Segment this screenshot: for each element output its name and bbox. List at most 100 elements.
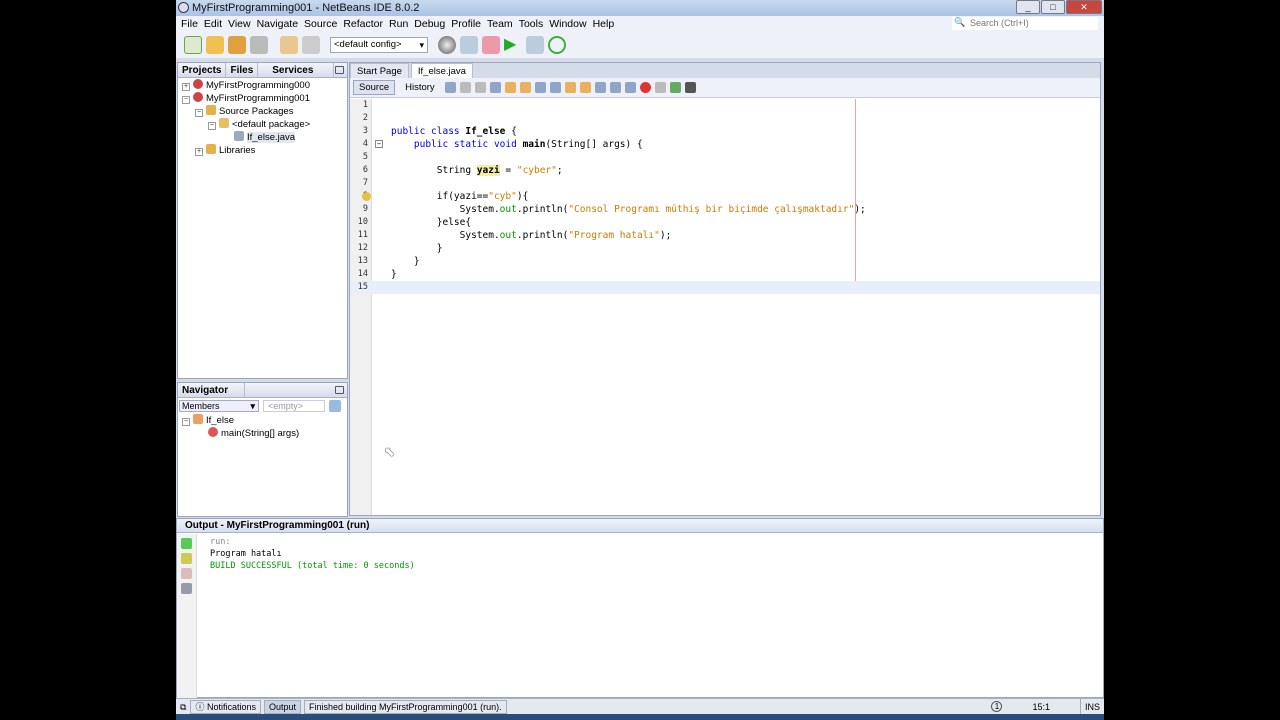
toggle-highlight-icon[interactable]: [534, 82, 546, 93]
maximize-button[interactable]: □: [1041, 0, 1065, 14]
code-line[interactable]: 8 if(yazi=="cyb"){: [350, 190, 1100, 203]
fold-toggle-icon[interactable]: −: [375, 140, 383, 148]
find-previous-icon[interactable]: [504, 82, 516, 93]
menu-source[interactable]: Source: [301, 18, 340, 30]
libraries-icon: [206, 144, 216, 154]
config-select[interactable]: <default config>: [330, 37, 428, 53]
restore-window-icon[interactable]: ⧉: [180, 699, 186, 715]
members-filter-select[interactable]: Members ▾: [179, 400, 259, 412]
navigator-options-icon[interactable]: [329, 400, 341, 412]
code-line[interactable]: 10 }else{: [350, 216, 1100, 229]
nav-item-class[interactable]: − If_else: [178, 414, 347, 427]
redo-icon[interactable]: [302, 36, 320, 54]
code-line[interactable]: 14}: [350, 268, 1100, 281]
menu-edit[interactable]: Edit: [201, 18, 225, 30]
minimize-icon[interactable]: [335, 66, 344, 74]
menu-tools[interactable]: Tools: [516, 18, 547, 30]
tab-services[interactable]: Services: [258, 63, 335, 77]
run-icon[interactable]: ▶: [504, 36, 522, 54]
code-line[interactable]: 11 System.out.println("Program hatalı");: [350, 229, 1100, 242]
empty-select[interactable]: <empty>: [263, 400, 325, 412]
debug-icon[interactable]: [526, 36, 544, 54]
menu-navigate[interactable]: Navigate: [254, 18, 301, 30]
back-icon[interactable]: [459, 82, 471, 93]
clean-build-icon[interactable]: [482, 36, 500, 54]
warning-hint-icon[interactable]: [362, 192, 371, 201]
minimize-button[interactable]: _: [1016, 0, 1040, 14]
tab-projects[interactable]: Projects: [178, 63, 227, 77]
menu-profile[interactable]: Profile: [448, 18, 484, 30]
close-button[interactable]: ✕: [1066, 0, 1102, 14]
code-line[interactable]: 3 public class If_else {: [350, 125, 1100, 138]
tab-start-page[interactable]: Start Page: [350, 63, 409, 78]
code-line[interactable]: 6 String yazi = "cyber";: [350, 164, 1100, 177]
code-line[interactable]: 1: [350, 99, 1100, 112]
code-line[interactable]: 7: [350, 177, 1100, 190]
save-all-icon[interactable]: [250, 36, 268, 54]
history-button[interactable]: History: [399, 80, 441, 95]
code-editor[interactable]: Start Page If_else.java Source History 12…: [349, 62, 1101, 516]
menu-help[interactable]: Help: [590, 18, 618, 30]
find-icon[interactable]: [489, 82, 501, 93]
tab-if-else-java[interactable]: If_else.java: [410, 63, 473, 78]
toggle-rect-select-icon[interactable]: [549, 82, 561, 93]
menu-refactor[interactable]: Refactor: [340, 18, 386, 30]
browser-icon[interactable]: [438, 36, 456, 54]
tree-item-project[interactable]: − MyFirstProgramming001: [178, 92, 347, 105]
new-file-icon[interactable]: [184, 36, 202, 54]
navigator-title: Navigator: [178, 383, 246, 397]
tree-item-libraries[interactable]: + Libraries: [178, 144, 347, 157]
uncomment-icon[interactable]: [684, 82, 696, 93]
menu-window[interactable]: Window: [546, 18, 589, 30]
stop-macro-icon[interactable]: [654, 82, 666, 93]
notifications-button[interactable]: ⓘ Notifications: [190, 699, 261, 714]
rerun-with-params-icon[interactable]: [181, 553, 192, 564]
menu-view[interactable]: View: [225, 18, 254, 30]
code-line[interactable]: 5: [350, 151, 1100, 164]
shift-left-icon[interactable]: [609, 82, 621, 93]
rerun-icon[interactable]: [181, 538, 192, 549]
code-area[interactable]: 1 2 3 public class If_else {4− public stati…: [350, 99, 1100, 294]
nav-item-method[interactable]: main(String[] args): [178, 427, 347, 440]
shift-right-icon[interactable]: [624, 82, 636, 93]
code-line[interactable]: 4− public static void main(String[] args…: [350, 138, 1100, 151]
search-input[interactable]: Search (Ctrl+I): [952, 16, 1098, 30]
menu-debug[interactable]: Debug: [411, 18, 448, 30]
start-macro-icon[interactable]: [639, 82, 651, 93]
open-project-icon[interactable]: [228, 36, 246, 54]
output-button[interactable]: Output: [263, 699, 302, 714]
menu-team[interactable]: Team: [484, 18, 516, 30]
notification-badge[interactable]: 1: [991, 701, 1003, 712]
code-token: String: [391, 165, 477, 176]
previous-bookmark-icon[interactable]: [564, 82, 576, 93]
comment-icon[interactable]: [669, 82, 681, 93]
tree-item-file[interactable]: If_else.java: [178, 131, 347, 144]
code-line[interactable]: 13 }: [350, 255, 1100, 268]
next-bookmark-icon[interactable]: [579, 82, 591, 93]
line-number: 4: [362, 139, 368, 149]
code-line[interactable]: 2: [350, 112, 1100, 125]
new-project-icon[interactable]: [206, 36, 224, 54]
code-line[interactable]: 12 }: [350, 242, 1100, 255]
menu-file[interactable]: File: [178, 18, 201, 30]
settings-icon[interactable]: [181, 583, 192, 594]
source-button[interactable]: Source: [353, 80, 396, 95]
tree-item-source-packages[interactable]: − Source Packages: [178, 105, 347, 118]
forward-icon[interactable]: [474, 82, 486, 93]
stop-icon[interactable]: [181, 568, 192, 579]
menu-run[interactable]: Run: [386, 18, 411, 30]
line-number: 13: [357, 256, 368, 266]
tab-files[interactable]: Files: [226, 63, 259, 77]
code-token: }: [391, 243, 443, 254]
build-hammer-icon[interactable]: [460, 36, 478, 54]
toggle-bookmark-icon[interactable]: [594, 82, 606, 93]
tree-item-project[interactable]: + MyFirstProgramming000: [178, 79, 347, 92]
undo-icon[interactable]: [280, 36, 298, 54]
minimize-icon[interactable]: [335, 386, 344, 394]
last-edit-icon[interactable]: [444, 82, 456, 93]
find-next-icon[interactable]: [519, 82, 531, 93]
code-line[interactable]: 15: [350, 281, 1100, 294]
tree-item-package[interactable]: − <default package>: [178, 118, 347, 131]
code-line[interactable]: 9 System.out.println("Consol Programı mü…: [350, 203, 1100, 216]
profile-icon[interactable]: [548, 36, 566, 54]
